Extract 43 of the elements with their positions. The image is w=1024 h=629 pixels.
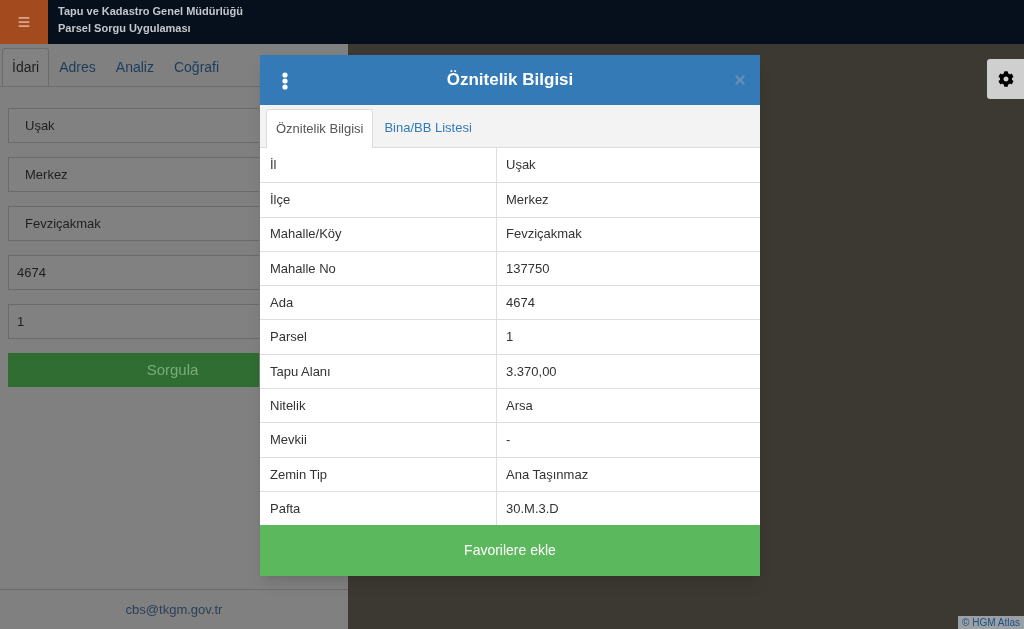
table-cell: İlçe bbox=[260, 183, 497, 217]
app-subtitle: Parsel Sorgu Uygulaması bbox=[58, 21, 192, 35]
table-cell: Mahalle/Köy bbox=[260, 217, 497, 251]
table-cell-text: Uşak bbox=[505, 156, 537, 175]
dropdown-field[interactable]: Fevziçakmak bbox=[8, 206, 259, 241]
table-cell: Parsel bbox=[260, 320, 497, 354]
table-cell-text: Merkez bbox=[505, 191, 550, 210]
table-cell: Ada bbox=[260, 286, 497, 320]
table-cell: Mahalle No bbox=[260, 251, 497, 286]
dropdown-field[interactable]: Merkez bbox=[8, 157, 259, 192]
dialog-tab[interactable]: Bina/BB Listesi bbox=[373, 108, 483, 147]
query-button[interactable]: Sorgula bbox=[8, 353, 259, 387]
dropdown-field[interactable]: Uşak bbox=[8, 108, 259, 143]
table-cell-text: 137750 bbox=[505, 259, 551, 278]
input-field[interactable]: 1 bbox=[8, 304, 259, 339]
table-cell-text: Ana Taşınmaz bbox=[505, 465, 590, 484]
more-options-icon[interactable] bbox=[282, 72, 288, 90]
table-cell-text: 4674 bbox=[505, 294, 536, 313]
input-field[interactable]: 4674 bbox=[8, 255, 259, 290]
sidebar-tab[interactable]: Adres bbox=[49, 48, 106, 86]
settings-icon bbox=[997, 71, 1014, 87]
settings-button[interactable] bbox=[987, 59, 1024, 99]
table-cell-text: - bbox=[505, 431, 512, 450]
sidebar-tab[interactable]: Analiz bbox=[105, 48, 164, 86]
table-cell: Nitelik bbox=[260, 389, 497, 423]
sidebar-tab[interactable]: Coğrafi bbox=[163, 48, 230, 86]
app-title: Tapu ve Kadastro Genel Müdürlüğü bbox=[58, 4, 243, 18]
sidebar-tab[interactable]: İdari bbox=[2, 48, 50, 86]
table-cell: Zemin Tip bbox=[260, 457, 497, 491]
map-attribution: © HGM Atlas bbox=[958, 616, 1024, 629]
email-link[interactable]: cbs@tkgm.gov.tr bbox=[125, 599, 223, 620]
dialog-tab[interactable]: Öznitelik Bilgisi bbox=[266, 109, 374, 148]
table-cell-text: 1 bbox=[505, 328, 515, 347]
table-cell-text: 30.M.3.D bbox=[505, 499, 560, 518]
table-cell-text: Fevziçakmak bbox=[505, 225, 583, 244]
table-cell: Tapu Alanı bbox=[260, 354, 497, 389]
table-cell-text: Arsa bbox=[505, 396, 534, 415]
table-cell-text: 3.370,00 bbox=[505, 362, 558, 381]
add-favorites-button[interactable]: Favorilere ekle bbox=[260, 525, 760, 577]
table-cell: İl bbox=[260, 148, 497, 183]
table-cell: Mevkii bbox=[260, 423, 497, 457]
dialog-title: Öznitelik Bilgisi bbox=[446, 69, 574, 92]
menu-icon bbox=[17, 15, 31, 29]
